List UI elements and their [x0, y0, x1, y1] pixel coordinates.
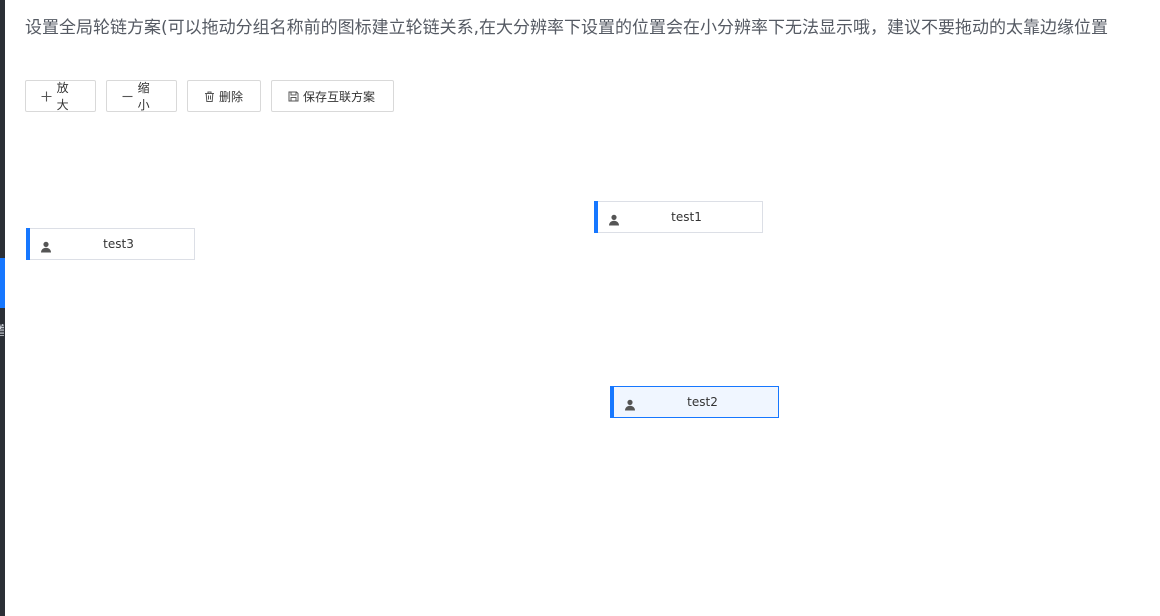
minus-icon — [122, 90, 134, 102]
trash-icon — [203, 90, 215, 102]
node-drag-handle[interactable] — [26, 228, 30, 260]
group-node-test1[interactable]: test1 — [594, 201, 763, 233]
save-scheme-label: 保存互联方案 — [303, 89, 376, 104]
side-nav-strip — [0, 0, 5, 616]
toolbar: 放大 缩小 删除 保存互联方案 — [25, 80, 394, 112]
group-node-test3[interactable]: test3 — [26, 228, 195, 260]
instruction-text: 设置全局轮链方案(可以拖动分组名称前的图标建立轮链关系,在大分辨率下设置的位置会… — [25, 18, 1109, 38]
side-nav-active-indicator[interactable] — [0, 258, 5, 308]
user-icon[interactable] — [608, 211, 620, 226]
group-node-test2[interactable]: test2 — [610, 386, 779, 418]
user-icon[interactable] — [40, 238, 52, 253]
group-node-label: test3 — [103, 237, 134, 251]
zoom-out-label: 缩小 — [137, 81, 150, 112]
zoom-in-button[interactable]: 放大 — [25, 80, 96, 112]
delete-label: 删除 — [219, 89, 244, 104]
group-node-label: test1 — [671, 210, 702, 224]
save-icon — [287, 90, 299, 102]
save-scheme-button[interactable]: 保存互联方案 — [271, 80, 394, 112]
plus-icon — [41, 90, 53, 102]
group-node-label: test2 — [687, 395, 718, 409]
zoom-in-label: 放大 — [56, 81, 69, 112]
user-icon[interactable] — [624, 396, 636, 411]
node-drag-handle[interactable] — [594, 201, 598, 233]
side-nav-label[interactable]: 置 — [0, 324, 4, 338]
zoom-out-button[interactable]: 缩小 — [106, 80, 177, 112]
delete-button[interactable]: 删除 — [187, 80, 261, 112]
node-drag-handle[interactable] — [610, 386, 614, 418]
